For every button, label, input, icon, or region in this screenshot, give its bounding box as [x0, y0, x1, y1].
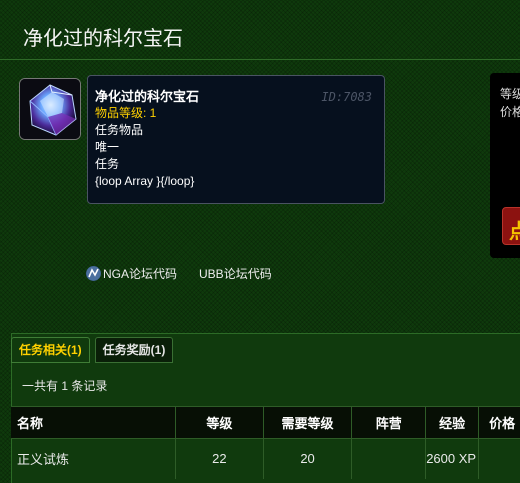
side-panel-level: 等级 — [500, 87, 520, 101]
title-divider — [0, 59, 520, 60]
header-name[interactable]: 名称 — [11, 406, 176, 439]
quest-name-link[interactable]: 正义试炼 — [11, 438, 176, 479]
item-loop-text: {loop Array }{/loop} — [95, 174, 195, 188]
item-level: 物品等级: 1 — [95, 106, 157, 120]
header-required-level[interactable]: 需要等级 — [263, 406, 353, 439]
header-faction[interactable]: 阵营 — [351, 406, 427, 439]
quest-level: 22 — [175, 438, 264, 479]
record-count: 一共有 1 条记录 — [22, 379, 108, 393]
quest-xp: 2600 XP — [425, 438, 480, 479]
item-type: 任务物品 — [95, 123, 144, 137]
item-unique: 唯一 — [95, 140, 120, 154]
quest-required-level: 20 — [263, 438, 353, 479]
nga-code-link[interactable]: NGA论坛代码 — [86, 265, 177, 282]
header-level[interactable]: 等级 — [175, 406, 264, 439]
nga-code-label: NGA论坛代码 — [103, 267, 178, 281]
quest-faction — [351, 438, 427, 479]
tab-quest-reward[interactable]: 任务奖励(1) — [94, 337, 174, 363]
header-xp[interactable]: 经验 — [425, 406, 480, 439]
table-row: 正义试炼 22 20 2600 XP — [11, 438, 520, 479]
tab-quest-related[interactable]: 任务相关(1) — [11, 337, 90, 363]
quest-table: 名称 等级 需要等级 阵营 经验 价格 正义试炼 22 20 2600 XP — [11, 406, 520, 479]
blue-purple-gem-icon[interactable] — [19, 78, 81, 140]
quest-price — [478, 438, 520, 479]
item-category: 任务 — [95, 157, 120, 171]
item-tooltip: 净化过的科尔宝石 ID:7083 物品等级: 1 任务物品 唯一 任务 {loo… — [87, 75, 385, 204]
item-id: ID:7083 — [321, 90, 372, 104]
ubb-code-label: UBB论坛代码 — [199, 267, 272, 281]
page-title: 净化过的科尔宝石 — [23, 28, 183, 50]
nga-icon — [86, 266, 101, 281]
side-panel-price: 价格 — [500, 105, 520, 119]
tab-bar: 任务相关(1) 任务奖励(1) — [11, 337, 174, 363]
table-header-row: 名称 等级 需要等级 阵营 经验 价格 — [11, 406, 520, 439]
side-action-button[interactable]: 点 — [502, 207, 520, 245]
ubb-code-link[interactable]: UBB论坛代码 — [199, 265, 272, 282]
header-price[interactable]: 价格 — [478, 406, 520, 439]
forum-code-links: NGA论坛代码 UBB论坛代码 — [86, 265, 272, 282]
